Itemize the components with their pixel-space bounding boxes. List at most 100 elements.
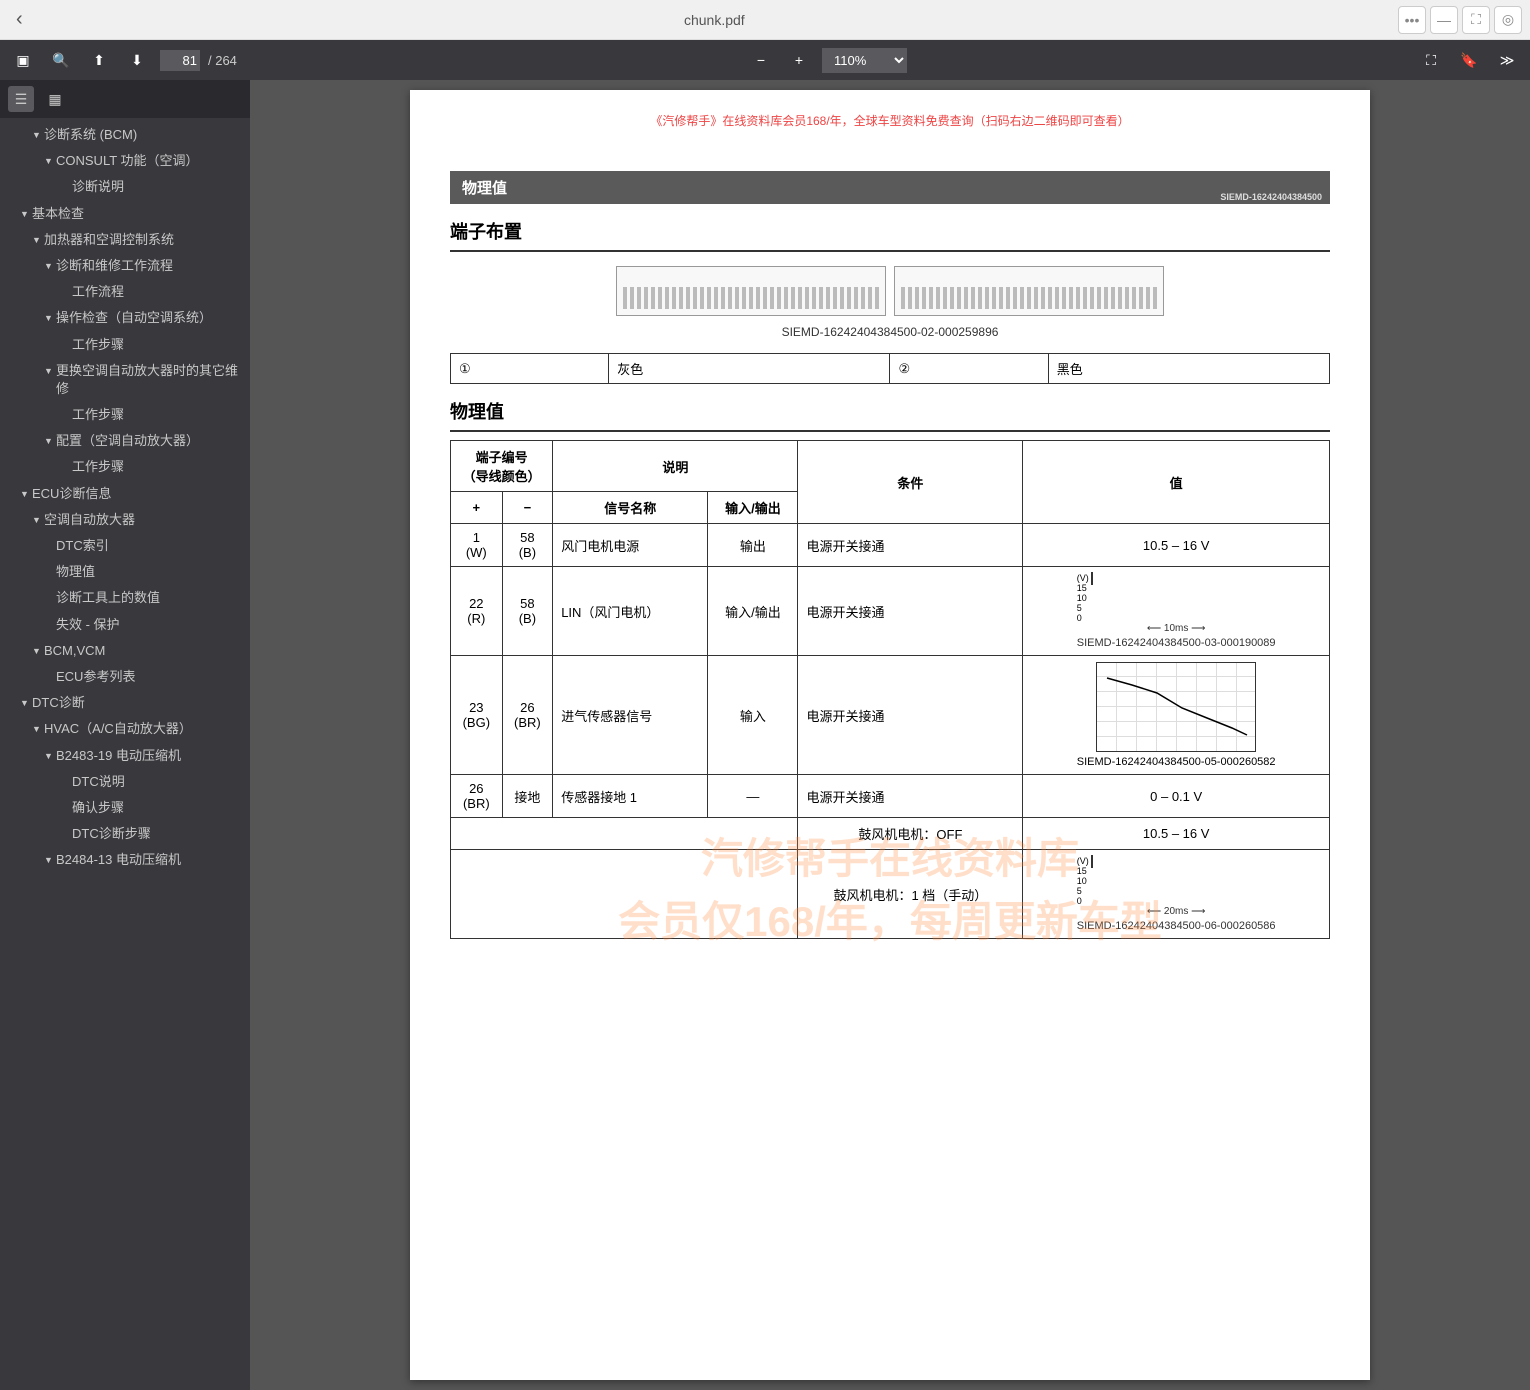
- outline-label: 工作流程: [72, 283, 244, 301]
- table-row: 鼓风机电机：1 档（手动）(V)151050⟵ 20ms ⟶SIEMD-1624…: [451, 850, 1330, 939]
- outline-item[interactable]: ▼HVAC（A/C自动放大器）: [0, 716, 250, 742]
- tools-icon[interactable]: ≫: [1492, 45, 1522, 75]
- physical-value-table: 端子编号（导线颜色） 说明 条件 值 + − 信号名称 输入/输出 1(W)58…: [450, 440, 1330, 939]
- page-number-input[interactable]: [160, 50, 200, 71]
- outline-label: 工作步骤: [72, 406, 244, 424]
- outline-item[interactable]: ▼操作检查（自动空调系统）: [0, 305, 250, 331]
- outline-item[interactable]: ▼CONSULT 功能（空调）: [0, 148, 250, 174]
- heading-terminal-layout: 端子布置: [450, 212, 1330, 252]
- cell-conn1-color: 灰色: [609, 354, 890, 384]
- outline-item[interactable]: ▼诊断和维修工作流程: [0, 253, 250, 279]
- back-button[interactable]: ‹: [8, 4, 31, 35]
- page-down-icon[interactable]: ⬇: [122, 45, 152, 75]
- outline-label: DTC诊断步骤: [72, 825, 244, 843]
- outline-item[interactable]: 失效 - 保护: [0, 612, 250, 638]
- outline-item[interactable]: DTC说明: [0, 769, 250, 795]
- page-up-icon[interactable]: ⬆: [84, 45, 114, 75]
- chevron-down-icon: ▼: [44, 260, 56, 273]
- table-row: 鼓风机电机：OFF10.5 – 16 V: [451, 818, 1330, 850]
- outline-item[interactable]: 工作流程: [0, 279, 250, 305]
- outline-item[interactable]: ECU参考列表: [0, 664, 250, 690]
- outline-label: 诊断说明: [72, 178, 244, 196]
- outline-label: 加热器和空调控制系统: [44, 231, 244, 249]
- more-button[interactable]: •••: [1398, 6, 1426, 34]
- chevron-down-icon: ▼: [20, 208, 32, 221]
- pdf-page: 《汽修帮手》在线资料库会员168/年，全球车型资料免费查询（扫码右边二维码即可查…: [410, 90, 1370, 1380]
- connector-code: SIEMD-16242404384500-02-000259896: [450, 325, 1330, 339]
- outline-item[interactable]: ▼基本检查: [0, 201, 250, 227]
- outline-label: 配置（空调自动放大器）: [56, 432, 244, 450]
- outline-item[interactable]: DTC索引: [0, 533, 250, 559]
- outline-label: 物理值: [56, 563, 244, 581]
- bookmark-icon[interactable]: 🔖: [1454, 45, 1484, 75]
- outline-item[interactable]: 诊断说明: [0, 174, 250, 200]
- outline-label: 诊断系统 (BCM): [44, 126, 244, 144]
- outline-label: HVAC（A/C自动放大器）: [44, 720, 244, 738]
- outline-label: 诊断和维修工作流程: [56, 257, 244, 275]
- zoom-out-icon[interactable]: −: [746, 45, 776, 75]
- outline-label: 确认步骤: [72, 799, 244, 817]
- outline-label: DTC诊断: [32, 694, 244, 712]
- outline-item[interactable]: 诊断工具上的数值: [0, 585, 250, 611]
- outline-item[interactable]: ▼B2484-13 电动压缩机: [0, 847, 250, 873]
- sidebar-toggle-icon[interactable]: ▣: [8, 45, 38, 75]
- outline-item[interactable]: ▼BCM,VCM: [0, 638, 250, 664]
- outline-label: 空调自动放大器: [44, 511, 244, 529]
- outline-item[interactable]: ▼B2483-19 电动压缩机: [0, 743, 250, 769]
- cell-conn1-num: ①: [451, 354, 609, 384]
- outline-item[interactable]: ▼空调自动放大器: [0, 507, 250, 533]
- chevron-down-icon: ▼: [32, 234, 44, 247]
- outline-item[interactable]: 工作步骤: [0, 332, 250, 358]
- outline-label: CONSULT 功能（空调）: [56, 152, 244, 170]
- outline-label: B2484-13 电动压缩机: [56, 851, 244, 869]
- outline-item[interactable]: 工作步骤: [0, 402, 250, 428]
- maximize-button[interactable]: ⛶: [1462, 6, 1490, 34]
- connector-color-table: ① 灰色 ② 黑色: [450, 353, 1330, 384]
- outline-item[interactable]: 物理值: [0, 559, 250, 585]
- outline-label: DTC索引: [56, 537, 244, 555]
- connector-image-2: [894, 266, 1164, 316]
- outline-label: 失效 - 保护: [56, 616, 244, 634]
- chevron-down-icon: ▼: [32, 129, 44, 142]
- cell-conn2-num: ②: [890, 354, 1048, 384]
- outline-item[interactable]: ▼DTC诊断: [0, 690, 250, 716]
- zoom-in-icon[interactable]: +: [784, 45, 814, 75]
- table-row: 1(W)58(B)风门电机电源输出电源开关接通10.5 – 16 V: [451, 524, 1330, 567]
- chevron-down-icon: ▼: [20, 697, 32, 710]
- outline-item[interactable]: ▼配置（空调自动放大器）: [0, 428, 250, 454]
- outline-label: ECU参考列表: [56, 668, 244, 686]
- outline-label: 诊断工具上的数值: [56, 589, 244, 607]
- outline-item[interactable]: 确认步骤: [0, 795, 250, 821]
- outline-item[interactable]: 工作步骤: [0, 454, 250, 480]
- outline-label: DTC说明: [72, 773, 244, 791]
- window-title: chunk.pdf: [31, 12, 1398, 28]
- outline-item[interactable]: ▼更换空调自动放大器时的其它维修: [0, 358, 250, 402]
- search-icon[interactable]: 🔍: [46, 45, 76, 75]
- chevron-down-icon: ▼: [32, 723, 44, 736]
- outline-label: 基本检查: [32, 205, 244, 223]
- presentation-icon[interactable]: ⛶: [1416, 45, 1446, 75]
- outline-item[interactable]: ▼ECU诊断信息: [0, 481, 250, 507]
- thumbnails-tab-icon[interactable]: ▦: [42, 86, 68, 112]
- connector-figure: SIEMD-16242404384500-02-000259896: [450, 266, 1330, 339]
- table-row: 23(BG)26(BR)进气传感器信号输入电源开关接通SIEMD-1624240…: [451, 656, 1330, 775]
- window-titlebar: ‹ chunk.pdf ••• — ⛶ ◎: [0, 0, 1530, 40]
- chevron-down-icon: ▼: [32, 514, 44, 527]
- outline-label: 操作检查（自动空调系统）: [56, 309, 244, 327]
- pdf-viewport[interactable]: 《汽修帮手》在线资料库会员168/年，全球车型资料免费查询（扫码右边二维码即可查…: [250, 80, 1530, 1390]
- chevron-down-icon: ▼: [32, 645, 44, 658]
- table-row: 26(BR)接地传感器接地 1—电源开关接通0 – 0.1 V: [451, 775, 1330, 818]
- page-top-banner: 《汽修帮手》在线资料库会员168/年，全球车型资料免费查询（扫码右边二维码即可查…: [450, 110, 1330, 131]
- outline-tab-icon[interactable]: ☰: [8, 86, 34, 112]
- outline-item[interactable]: DTC诊断步骤: [0, 821, 250, 847]
- zoom-select[interactable]: 110%: [822, 48, 907, 73]
- outline-item[interactable]: ▼诊断系统 (BCM): [0, 122, 250, 148]
- chevron-down-icon: ▼: [44, 312, 56, 325]
- minimize-button[interactable]: —: [1430, 6, 1458, 34]
- outline-item[interactable]: ▼加热器和空调控制系统: [0, 227, 250, 253]
- section-header: 物理值 SIEMD-16242404384500: [450, 171, 1330, 204]
- chevron-down-icon: ▼: [44, 435, 56, 448]
- target-button[interactable]: ◎: [1494, 6, 1522, 34]
- table-row: 22(R)58(B)LIN（风门电机）输入/输出电源开关接通(V)151050⟵…: [451, 567, 1330, 656]
- connector-image-1: [616, 266, 886, 316]
